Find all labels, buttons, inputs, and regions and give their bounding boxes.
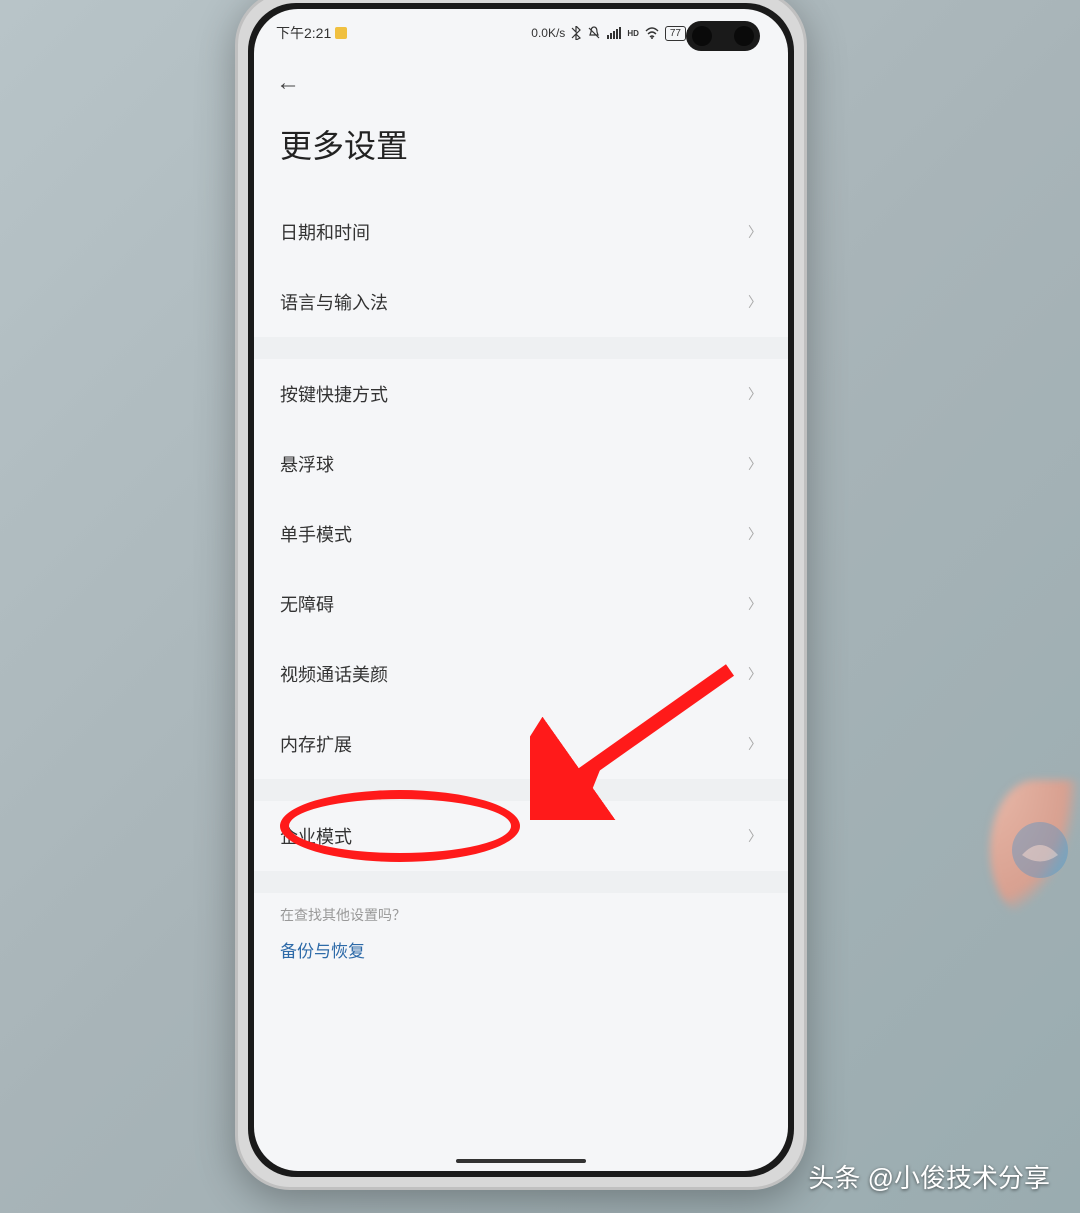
- settings-item-language[interactable]: 语言与输入法 〉: [280, 267, 762, 337]
- status-time: 下午2:21: [276, 23, 331, 43]
- settings-item-shortcuts[interactable]: 按键快捷方式 〉: [280, 359, 762, 429]
- settings-item-memory-extension[interactable]: 内存扩展 〉: [280, 709, 762, 779]
- section-divider: [254, 779, 788, 801]
- settings-item-label: 内存扩展: [280, 731, 352, 757]
- settings-item-accessibility[interactable]: 无障碍 〉: [280, 569, 762, 639]
- wifi-icon: [645, 27, 659, 39]
- page-title: 更多设置: [254, 107, 788, 197]
- chevron-right-icon: 〉: [748, 454, 762, 474]
- dnd-icon: [587, 26, 601, 40]
- phone-bezel: 下午2:21 0.0K/s HD: [248, 3, 794, 1177]
- settings-item-label: 无障碍: [280, 591, 334, 617]
- notification-icon: [335, 27, 347, 39]
- data-speed: 0.0K/s: [531, 26, 565, 40]
- watermark-text: 头条 @小俊技术分享: [808, 1158, 1050, 1195]
- camera-cutout: [686, 21, 760, 51]
- section-divider: [254, 871, 788, 893]
- chevron-right-icon: 〉: [748, 524, 762, 544]
- settings-item-date-time[interactable]: 日期和时间 〉: [280, 197, 762, 267]
- header-bar: ←: [254, 51, 788, 107]
- chevron-right-icon: 〉: [748, 384, 762, 404]
- settings-item-label: 视频通话美颜: [280, 661, 388, 687]
- chevron-right-icon: 〉: [748, 292, 762, 312]
- phone-screen: 下午2:21 0.0K/s HD: [254, 9, 788, 1171]
- settings-item-label: 日期和时间: [280, 219, 370, 245]
- settings-item-enterprise[interactable]: 企业模式 〉: [280, 801, 762, 871]
- nav-bar-indicator[interactable]: [456, 1159, 586, 1163]
- chevron-right-icon: 〉: [748, 664, 762, 684]
- settings-item-label: 悬浮球: [280, 451, 334, 477]
- settings-item-label: 按键快捷方式: [280, 381, 388, 407]
- signal-icon: [607, 27, 621, 39]
- section-divider: [254, 337, 788, 359]
- battery-level: 77: [670, 28, 681, 39]
- settings-item-label: 单手模式: [280, 521, 352, 547]
- chevron-right-icon: 〉: [748, 222, 762, 242]
- chevron-right-icon: 〉: [748, 734, 762, 754]
- search-hint: 在查找其他设置吗？: [254, 893, 788, 929]
- battery-icon: 77: [665, 26, 686, 41]
- bluetooth-icon: [571, 26, 581, 40]
- watermark-logo: [1010, 820, 1070, 880]
- chevron-right-icon: 〉: [748, 826, 762, 846]
- hd-icon: HD: [627, 29, 639, 38]
- settings-section-1: 日期和时间 〉 语言与输入法 〉 按键快捷方式 〉 悬浮球 〉: [254, 197, 788, 893]
- settings-item-video-beauty[interactable]: 视频通话美颜 〉: [280, 639, 762, 709]
- back-button[interactable]: ←: [276, 69, 300, 96]
- settings-item-label: 企业模式: [280, 823, 352, 849]
- chevron-right-icon: 〉: [748, 594, 762, 614]
- settings-item-label: 语言与输入法: [280, 289, 388, 315]
- backup-restore-link[interactable]: 备份与恢复: [254, 929, 788, 962]
- settings-item-floating-ball[interactable]: 悬浮球 〉: [280, 429, 762, 499]
- settings-item-onehand[interactable]: 单手模式 〉: [280, 499, 762, 569]
- phone-frame: 下午2:21 0.0K/s HD: [235, 0, 807, 1190]
